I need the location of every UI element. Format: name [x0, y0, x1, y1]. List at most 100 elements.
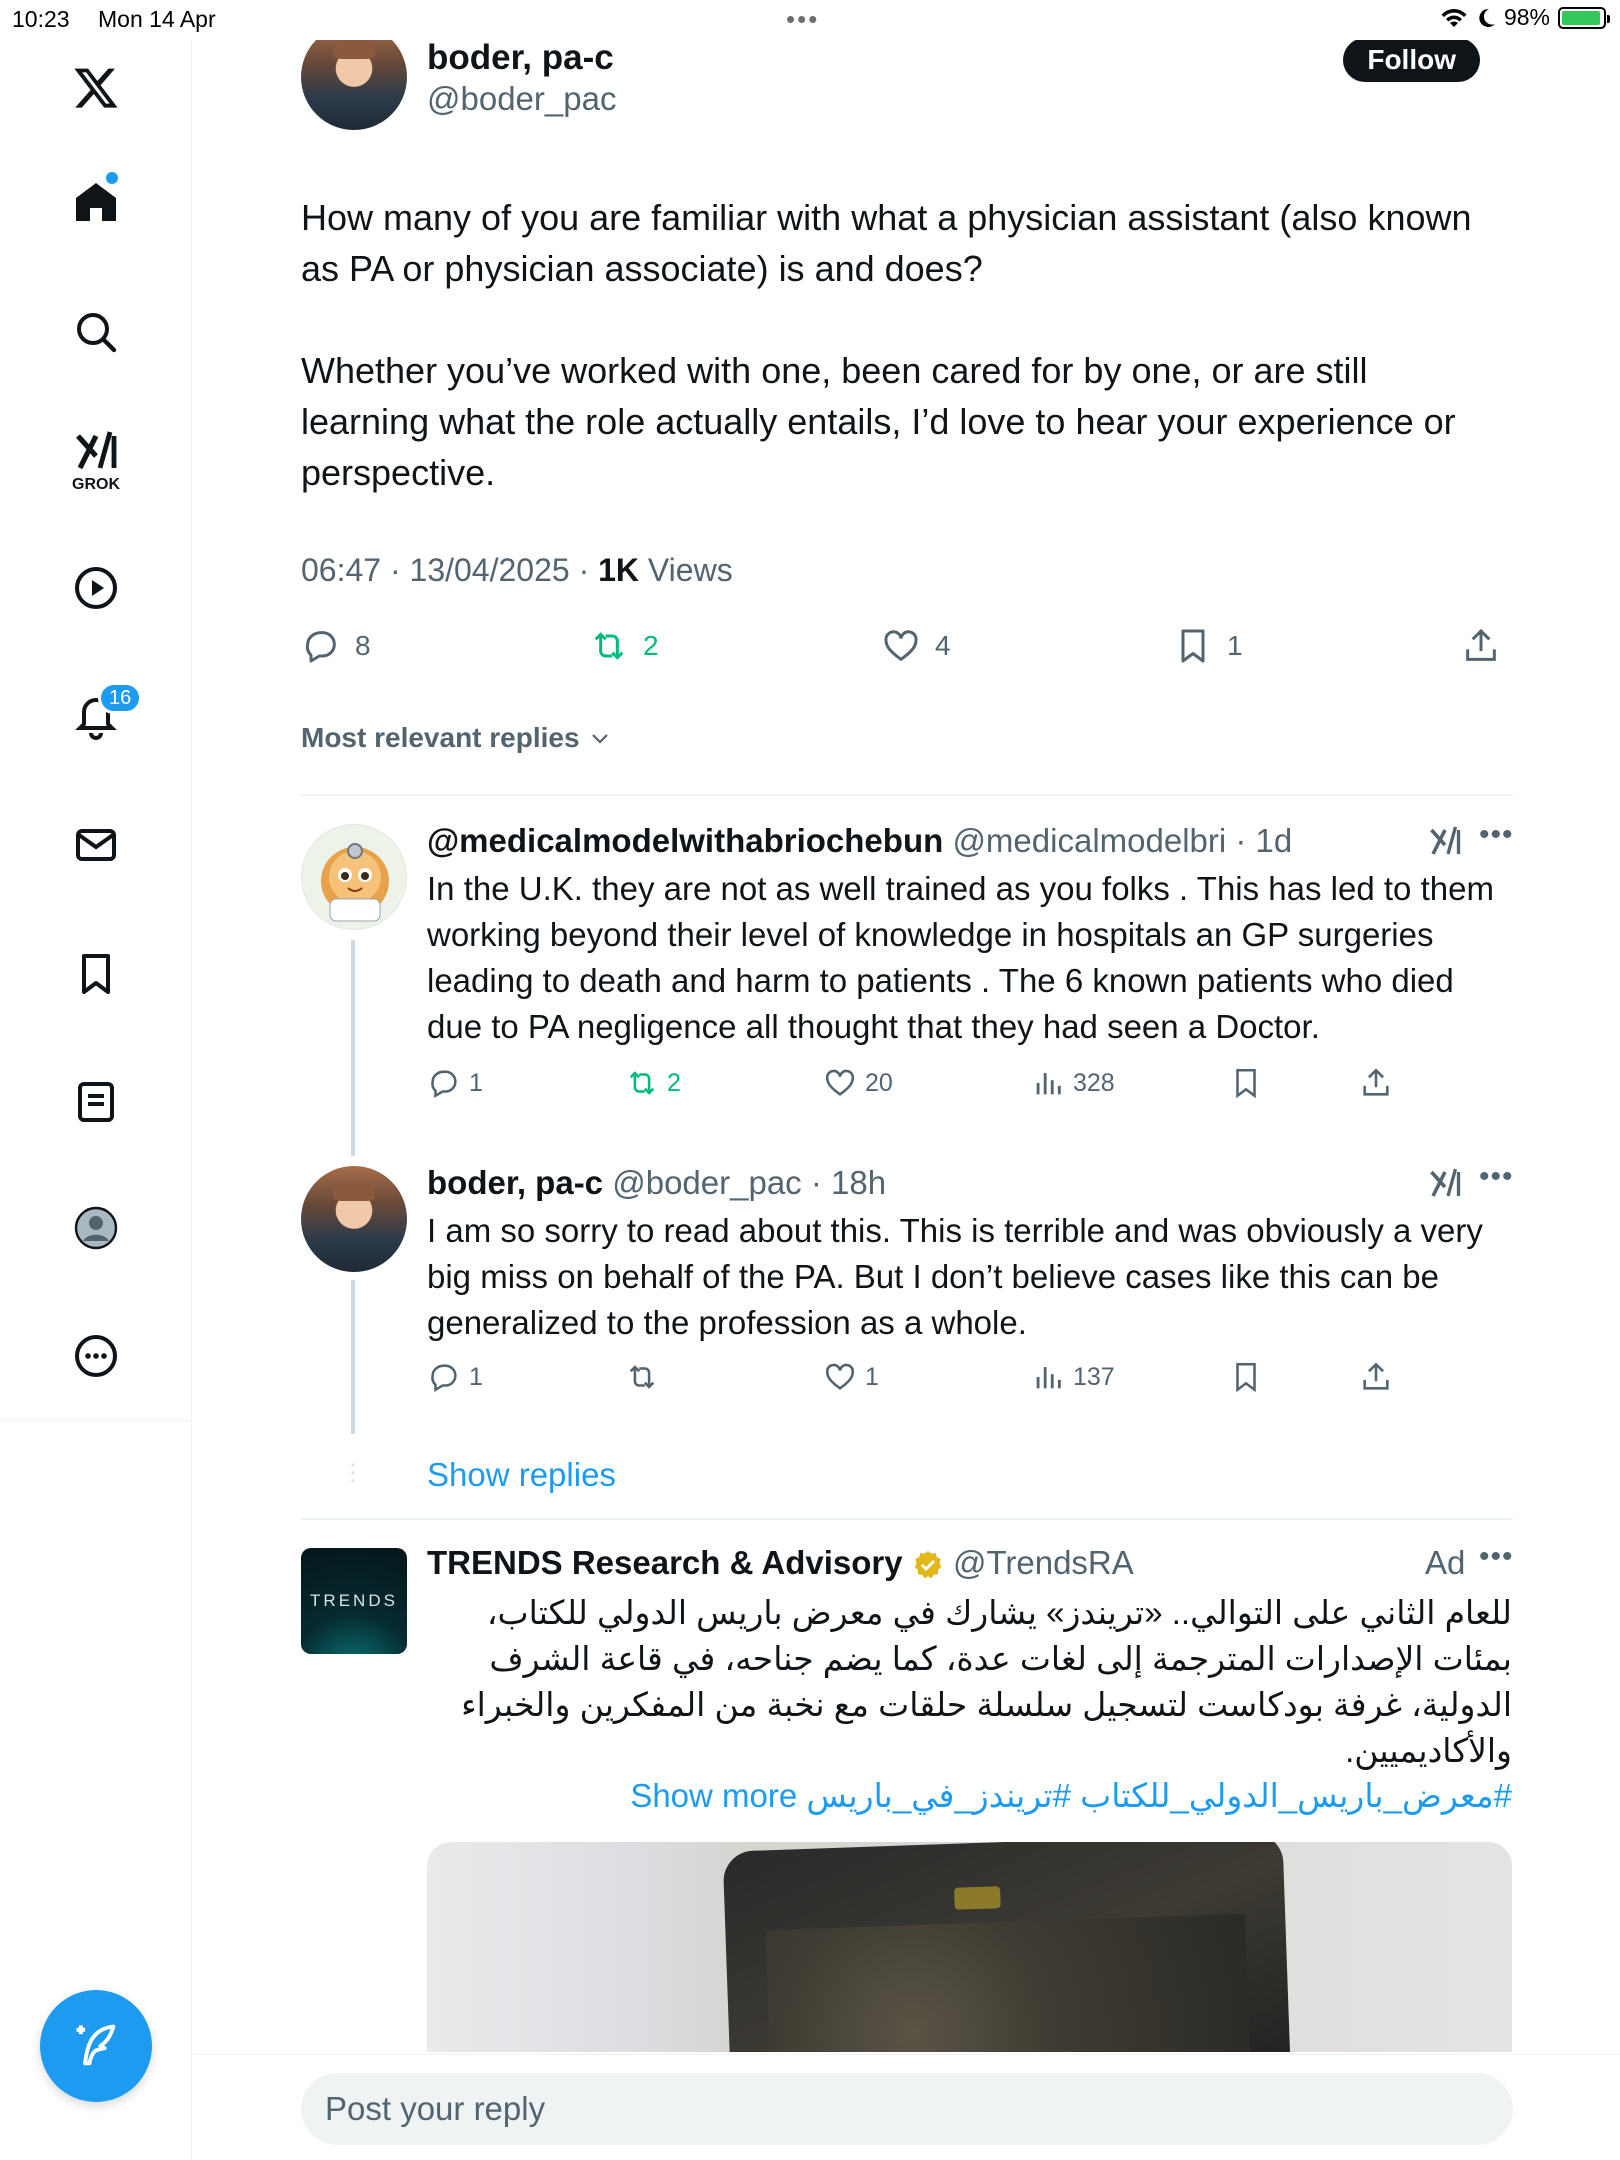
- x-logo-icon[interactable]: [66, 58, 126, 118]
- ad-header: TRENDS Research & Advisory @TrendsRA: [427, 1544, 1134, 1582]
- share-icon: [1363, 1362, 1389, 1390]
- post-views-count: 1K: [598, 552, 640, 588]
- more-options-icon[interactable]: •••: [1479, 1160, 1514, 1194]
- reply-item[interactable]: boder, pa-c @boder_pac · 18h ••• I am so…: [301, 1160, 1513, 1434]
- moon-icon: [1479, 8, 1495, 27]
- reply-sort-label: Most relevant replies: [301, 722, 580, 753]
- grok-icon[interactable]: [1427, 824, 1463, 865]
- reply-age[interactable]: 1d: [1256, 822, 1293, 859]
- sidebar-divider: [0, 1420, 192, 1421]
- reply-header: @medicalmodelwithabriochebun @medicalmod…: [427, 822, 1293, 859]
- post-date[interactable]: 13/04/2025: [410, 552, 570, 588]
- reply-avatar[interactable]: [301, 824, 407, 930]
- reply-count: 1: [469, 1068, 483, 1097]
- reply-count: 1: [469, 1362, 483, 1391]
- reply-avatar[interactable]: [301, 1166, 407, 1272]
- video-icon[interactable]: [66, 558, 126, 618]
- ad-label: Ad: [1425, 1544, 1466, 1581]
- feather-plus-icon: [76, 2024, 116, 2066]
- ad-media-image[interactable]: [427, 1842, 1512, 2052]
- thread-ellipsis-icon: · · ·: [349, 1451, 357, 1492]
- reply-author-handle[interactable]: @boder_pac: [612, 1164, 801, 1201]
- more-options-icon[interactable]: •••: [1479, 1540, 1514, 1574]
- reply-sort-dropdown[interactable]: Most relevant replies: [301, 722, 612, 754]
- reply-button[interactable]: 8: [301, 626, 371, 666]
- reply-input[interactable]: [301, 2073, 1513, 2145]
- x-logo-glyph: [74, 68, 118, 108]
- verified-badge-icon: [914, 1551, 942, 1579]
- reply-composer: [193, 2054, 1620, 2160]
- divider: [301, 1518, 1513, 1520]
- compose-post-button[interactable]: [40, 1990, 152, 2102]
- bookmark-button[interactable]: [1229, 1066, 1263, 1100]
- reply-button[interactable]: 1: [427, 1360, 483, 1394]
- advertiser-logo-text: TRENDS: [310, 1591, 398, 1610]
- like-count: 4: [935, 630, 951, 661]
- share-icon: [1363, 1068, 1389, 1096]
- repost-button[interactable]: 2: [625, 1066, 681, 1100]
- repost-button[interactable]: [625, 1360, 667, 1394]
- post-meta: 06:47 · 13/04/2025 · 1K Views: [301, 552, 733, 588]
- reply-author-name[interactable]: boder, pa-c: [427, 1164, 603, 1201]
- post-actions: 8 2 4 1: [301, 622, 1501, 678]
- share-icon: [1466, 628, 1496, 661]
- more-icon[interactable]: [66, 1326, 126, 1386]
- reply-text: In the U.K. they are not as well trained…: [427, 870, 1494, 1045]
- multitasking-dots-icon[interactable]: •••: [786, 4, 819, 35]
- bookmark-button[interactable]: 1: [1173, 626, 1243, 666]
- reply-button[interactable]: 1: [427, 1066, 483, 1100]
- reply-count: 8: [355, 630, 371, 661]
- more-options-icon[interactable]: •••: [1479, 818, 1514, 852]
- reply-author-name[interactable]: @medicalmodelwithabriochebun: [427, 822, 943, 859]
- share-button[interactable]: [1461, 626, 1501, 666]
- ad-author-name[interactable]: TRENDS Research & Advisory: [427, 1544, 903, 1581]
- author-handle[interactable]: @boder_pac: [427, 80, 616, 118]
- follow-button[interactable]: Follow: [1343, 38, 1480, 82]
- ad-footer-line: Show more #معرض_باريس_الدولي_للكتاب #تري…: [427, 1776, 1512, 1815]
- battery-icon: [1558, 6, 1610, 29]
- bookmark-icon: [1236, 1362, 1256, 1393]
- views-button[interactable]: 328: [1031, 1066, 1115, 1100]
- profile-icon[interactable]: [66, 1198, 126, 1258]
- ad-hashtags[interactable]: #معرض_باريس_الدولي_للكتاب #تريندز_في_بار…: [806, 1777, 1512, 1814]
- post-views-label: Views: [647, 552, 733, 588]
- heart-icon: [884, 630, 918, 662]
- show-more-link[interactable]: Show more: [630, 1777, 797, 1814]
- ad-author-handle[interactable]: @TrendsRA: [953, 1544, 1134, 1581]
- views-chart-icon: [1036, 1073, 1061, 1095]
- heart-icon: [825, 1363, 855, 1390]
- reply-age[interactable]: 18h: [831, 1164, 886, 1201]
- bookmark-icon: [1181, 629, 1205, 663]
- bookmark-button[interactable]: [1229, 1360, 1263, 1394]
- status-bar: 10:23 Mon 14 Apr ••• 98%: [0, 0, 1620, 40]
- repost-icon: [629, 1071, 655, 1095]
- share-button[interactable]: [1359, 1360, 1393, 1394]
- post-time[interactable]: 06:47: [301, 552, 381, 588]
- views-chart-icon: [1036, 1367, 1061, 1389]
- like-button[interactable]: 20: [823, 1066, 893, 1100]
- home-unread-dot: [106, 172, 118, 184]
- grok-icon[interactable]: [66, 422, 126, 482]
- author-name[interactable]: boder, pa-c: [427, 38, 614, 78]
- messages-icon[interactable]: [66, 815, 126, 875]
- show-replies-link[interactable]: Show replies: [427, 1456, 616, 1494]
- like-count: 1: [865, 1362, 879, 1391]
- like-button[interactable]: 4: [881, 626, 951, 666]
- post-paragraph: How many of you are familiar with what a…: [301, 197, 1472, 289]
- repost-button[interactable]: 2: [589, 626, 659, 666]
- grok-icon[interactable]: [1427, 1166, 1463, 1207]
- phone-photo: [722, 1842, 1292, 2052]
- like-button[interactable]: 1: [823, 1360, 879, 1394]
- lists-icon[interactable]: [66, 1072, 126, 1132]
- search-icon[interactable]: [66, 302, 126, 362]
- bookmarks-icon[interactable]: [66, 944, 126, 1004]
- divider: [301, 794, 1513, 796]
- advertiser-logo[interactable]: TRENDS: [301, 1548, 407, 1654]
- reply-item[interactable]: @medicalmodelwithabriochebun @medicalmod…: [301, 818, 1513, 1122]
- reply-icon: [305, 631, 336, 663]
- share-button[interactable]: [1359, 1066, 1393, 1100]
- status-date: Mon 14 Apr: [98, 6, 216, 32]
- views-count: 328: [1073, 1068, 1115, 1097]
- reply-author-handle[interactable]: @medicalmodelbri: [952, 822, 1226, 859]
- views-button[interactable]: 137: [1031, 1360, 1115, 1394]
